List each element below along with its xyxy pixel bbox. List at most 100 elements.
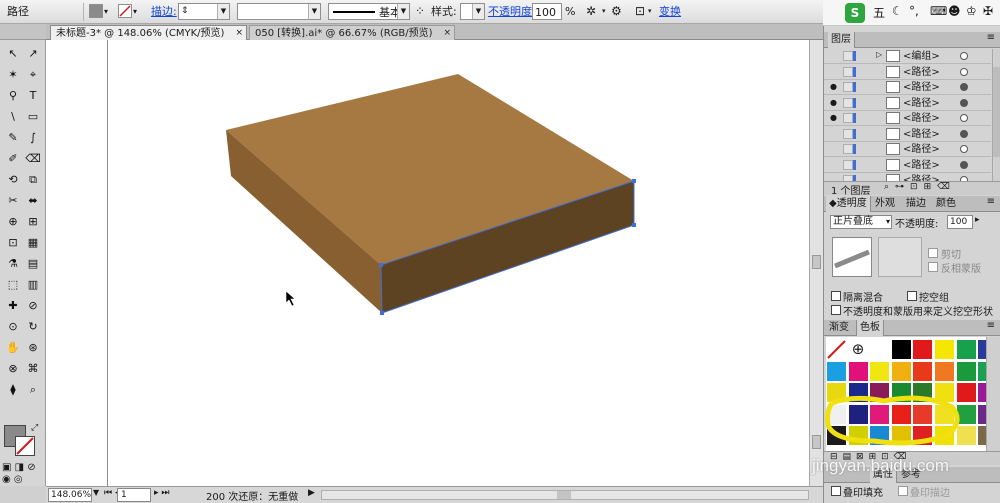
chevron-down-icon[interactable]: ▾ [886,216,890,228]
blend-mode-select[interactable]: 正片叠底 ▾ [830,215,892,229]
panel-menu-icon[interactable]: ≡ [987,320,995,331]
tool-button[interactable]: ▦ [24,234,42,251]
color-swatch[interactable] [934,360,955,382]
chevron-down-icon[interactable]: ▾ [133,3,137,20]
color-swatch[interactable] [955,339,977,360]
tool-button[interactable]: ⌫ [24,150,42,167]
isolate-blending-checkbox[interactable] [831,291,841,301]
layer-row[interactable]: <路径> [824,64,991,80]
lock-toggle[interactable] [843,97,853,108]
tool-button[interactable]: ▥ [24,276,42,293]
tool-button[interactable]: ✶ [4,66,22,83]
color-swatch[interactable] [977,403,986,425]
tool-button[interactable]: ✎ [4,129,22,146]
tool-button[interactable]: ⊘ [24,297,42,314]
anchor-point[interactable] [632,179,636,183]
layer-row[interactable]: ● <路径> [824,80,991,95]
eye-icon[interactable] [830,129,840,139]
tab-appearance[interactable]: 外观 [872,196,898,212]
swap-icon[interactable]: ⤢ [31,423,38,433]
opacity-value[interactable]: 100 [535,6,556,19]
layer-row[interactable]: ▷ <编组> [824,49,991,64]
tool-button[interactable]: ✚ [4,297,22,314]
tools-icon[interactable]: ✠ [983,4,993,18]
tool-button[interactable]: ⌕ [24,381,42,398]
artboard[interactable] [107,40,809,486]
tab-gradient[interactable]: 渐变 [826,320,852,336]
recolor-icon[interactable]: ✲ [586,3,596,20]
chevron-down-icon[interactable]: ▼ [308,4,320,19]
tool-button[interactable]: ⊙ [4,318,22,335]
chevron-right-icon[interactable]: ▸ [975,215,980,225]
eye-icon[interactable] [830,67,840,77]
chevron-down-icon[interactable]: ▾ [104,3,108,20]
tab-050[interactable]: 050 [转换].ai* @ 66.67% (RGB/预览) × [249,25,455,40]
opacity-link[interactable]: 不透明度: [488,3,536,20]
graphic-style-icon[interactable]: ⁘ [415,3,425,20]
shirt-icon[interactable]: ♔ [966,4,977,18]
layers-scrollbar[interactable] [992,49,1000,181]
tool-button[interactable]: ▭ [24,108,42,125]
tool-button[interactable]: ⌘ [24,360,42,377]
target-circle-icon[interactable] [960,98,968,107]
tab-color[interactable]: 颜色 [933,196,959,212]
ime-logo[interactable]: S [845,3,865,23]
tool-button[interactable]: ∫ [24,129,42,146]
draw-mode-icon[interactable]: ◉ ◎ [2,474,23,485]
tool-button[interactable]: ⬌ [24,192,42,209]
scroll-thumb[interactable] [993,67,1000,157]
anchor-point[interactable] [632,223,636,227]
lock-toggle[interactable] [843,82,853,92]
clip-checkbox[interactable] [928,248,938,258]
target-circle-icon[interactable] [960,67,968,76]
tool-button[interactable]: \ [4,108,22,125]
vertical-scrollbar[interactable] [809,40,823,486]
stroke-none-swatch[interactable] [118,4,132,18]
eye-icon[interactable] [830,144,840,154]
lock-toggle[interactable] [843,144,853,154]
color-swatch[interactable] [869,339,891,360]
tool-button[interactable]: ▤ [24,255,42,272]
panel-menu-icon[interactable]: ≡ [987,32,995,43]
horizontal-scrollbar[interactable] [321,490,809,500]
color-swatch[interactable] [826,339,847,360]
expand-arrow-icon[interactable]: ▷ [876,50,882,59]
color-swatch[interactable] [955,360,977,382]
tools-panel-header[interactable] [0,24,46,40]
style-select[interactable]: ▼ [460,3,485,20]
layer-actions-icons[interactable]: ⌕⊶⊡⊞⌫ [884,182,956,192]
layer-row[interactable]: <路径> [824,126,991,142]
target-circle-icon[interactable] [960,129,968,138]
tool-button[interactable]: ↖ [4,45,22,62]
overprint-fill-checkbox[interactable] [831,486,841,496]
tool-button[interactable]: ⧉ [24,171,42,188]
layer-row[interactable]: ● <路径> [824,111,991,126]
chevron-down-icon[interactable]: ▼ [472,4,484,19]
tab-transparency[interactable]: ◆透明度 [826,196,871,212]
knockout-group-checkbox[interactable] [907,291,917,301]
stepper-icon[interactable]: ⇕ [181,3,189,20]
punctuation-icon[interactable]: °, [909,4,919,18]
zoom-field[interactable]: 148.06% [48,488,92,502]
chevron-down-icon[interactable]: ▾ [602,3,606,20]
tool-button[interactable]: ⧫ [4,381,22,398]
tool-button[interactable]: ✐ [4,150,22,167]
eye-icon[interactable]: ● [830,113,840,123]
color-swatch[interactable] [977,339,986,360]
user-icon[interactable]: ☻ [948,4,961,18]
color-mode-icon[interactable]: ▣ ◨ ⊘ [2,462,36,473]
tool-button[interactable]: ⊡ [4,234,22,251]
close-icon[interactable]: × [235,26,243,40]
opacity-mask-checkbox[interactable] [831,305,841,315]
layer-row[interactable]: <路径> [824,142,991,157]
color-swatch[interactable] [869,360,891,382]
target-circle-icon[interactable] [960,52,968,60]
eye-icon[interactable]: ● [830,98,840,108]
tool-button[interactable]: ↗ [24,45,42,62]
tool-button[interactable]: ⚗ [4,255,22,272]
color-swatch[interactable] [847,360,869,382]
layer-row[interactable]: ● <路径> [824,95,991,111]
lock-toggle[interactable] [843,159,853,170]
variable-width-select[interactable]: ▼ [237,3,321,20]
lock-toggle[interactable] [843,51,853,61]
